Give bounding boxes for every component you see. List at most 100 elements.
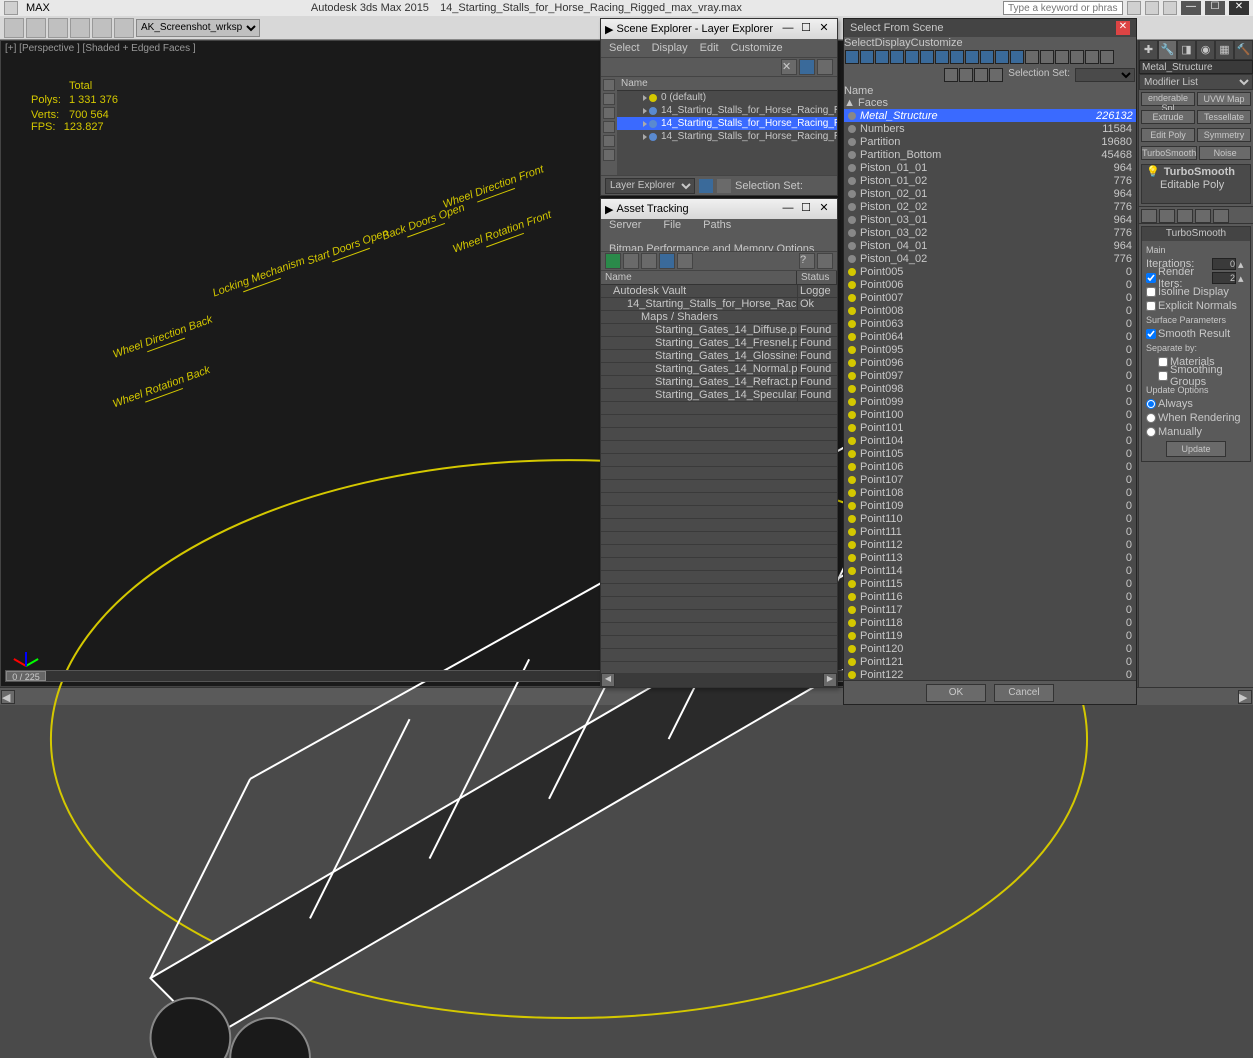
maximize-button[interactable]: ☐ — [1205, 1, 1225, 15]
list-view-icon[interactable] — [677, 253, 693, 269]
menu-select[interactable]: Select — [609, 42, 640, 54]
filter-icon[interactable] — [920, 50, 934, 64]
search-input[interactable] — [1003, 1, 1123, 15]
undo-icon[interactable] — [70, 18, 90, 38]
object-row[interactable]: Numbers11584 — [844, 122, 1136, 135]
object-row[interactable]: Point1000 — [844, 408, 1136, 421]
object-row[interactable]: Piston_01_02776 — [844, 174, 1136, 187]
close-button[interactable]: ✕ — [815, 202, 833, 216]
object-row[interactable]: Point1100 — [844, 512, 1136, 525]
smoothgroups-check[interactable] — [1158, 371, 1168, 381]
tab-modify[interactable]: 🔧 — [1158, 40, 1177, 60]
mod-btn[interactable]: UVW Map — [1197, 92, 1251, 106]
menu-item[interactable]: Server — [609, 219, 641, 231]
close-button[interactable]: ✕ — [1229, 1, 1249, 15]
maximize-button[interactable]: ☐ — [797, 202, 815, 216]
infocenter-icon[interactable] — [1127, 1, 1141, 15]
minimize-button[interactable]: — — [779, 202, 797, 216]
mod-btn[interactable]: Noise — [1199, 146, 1251, 160]
filter-helper-icon[interactable] — [603, 135, 615, 147]
refresh-icon[interactable] — [605, 253, 621, 269]
minimize-button[interactable]: — — [1181, 1, 1201, 15]
object-row[interactable]: Metal_Structure226132 — [844, 109, 1136, 122]
configure-icon[interactable] — [1213, 209, 1229, 223]
asset-row[interactable]: 14_Starting_Stalls_for_Horse_Racing_Rigg… — [601, 298, 837, 311]
col-status[interactable]: Status — [797, 271, 837, 284]
tab-hierarchy[interactable]: ◨ — [1177, 40, 1196, 60]
object-row[interactable]: Point1070 — [844, 473, 1136, 486]
object-row[interactable]: Point0630 — [844, 317, 1136, 330]
update-render-radio[interactable] — [1146, 413, 1156, 423]
render-iters-field[interactable] — [1212, 272, 1236, 284]
object-row[interactable]: Point0960 — [844, 356, 1136, 369]
mod-btn[interactable]: Extrude — [1141, 110, 1195, 124]
mod-btn[interactable]: enderable Spl — [1141, 92, 1195, 106]
object-row[interactable]: Point1140 — [844, 564, 1136, 577]
tab-utilities[interactable]: 🔨 — [1234, 40, 1253, 60]
scene-explorer-titlebar[interactable]: ▶ Scene Explorer - Layer Explorer — ☐ ✕ — [601, 19, 837, 39]
object-row[interactable]: Point0640 — [844, 330, 1136, 343]
filter-icon[interactable] — [950, 50, 964, 64]
minimize-button[interactable]: — — [779, 22, 797, 36]
filter-icon[interactable] — [1010, 50, 1024, 64]
col-name[interactable]: Name — [601, 271, 797, 284]
asset-row[interactable]: Autodesk VaultLogge — [601, 285, 837, 298]
tab-create[interactable]: ✚ — [1139, 40, 1158, 60]
object-row[interactable]: Point0950 — [844, 343, 1136, 356]
filter-icon[interactable] — [905, 50, 919, 64]
filter-icon[interactable] — [845, 50, 859, 64]
tab-motion[interactable]: ◉ — [1196, 40, 1215, 60]
menu-item[interactable]: File — [663, 219, 681, 231]
filter-icon[interactable] — [935, 50, 949, 64]
asset-row[interactable]: Starting_Gates_14_Diffuse.pngFound — [601, 324, 837, 337]
asset-row[interactable]: Starting_Gates_14_Normal.pngFound — [601, 363, 837, 376]
asset-row[interactable]: Maps / Shaders — [601, 311, 837, 324]
menu-customize[interactable]: Customize — [911, 37, 963, 49]
object-row[interactable]: Point1050 — [844, 447, 1136, 460]
select-from-scene-titlebar[interactable]: Select From Scene ✕ — [844, 19, 1136, 37]
explicit-check[interactable] — [1146, 301, 1156, 311]
update-button[interactable]: Update — [1166, 441, 1226, 457]
object-row[interactable]: Piston_02_02776 — [844, 200, 1136, 213]
star-icon[interactable] — [1145, 1, 1159, 15]
icon[interactable] — [623, 253, 639, 269]
mod-btn[interactable]: Edit Poly — [1141, 128, 1195, 142]
object-row[interactable]: Partition_Bottom45468 — [844, 148, 1136, 161]
filter-cam-icon[interactable] — [603, 121, 615, 133]
show-end-icon[interactable] — [1159, 209, 1175, 223]
materials-check[interactable] — [1158, 357, 1168, 367]
scene-explorer-tree[interactable]: 0 (default)14_Starting_Stalls_for_Horse_… — [617, 91, 837, 175]
mod-btn[interactable]: Tessellate — [1197, 110, 1251, 124]
object-row[interactable]: Piston_04_02776 — [844, 252, 1136, 265]
link-icon[interactable] — [114, 18, 134, 38]
toolbar-icon[interactable] — [959, 68, 973, 82]
object-row[interactable]: Point1060 — [844, 460, 1136, 473]
tab-display[interactable]: ▦ — [1215, 40, 1234, 60]
object-row[interactable]: Point1180 — [844, 616, 1136, 629]
object-row[interactable]: Point1080 — [844, 486, 1136, 499]
object-row[interactable]: Point1220 — [844, 668, 1136, 680]
object-row[interactable]: Point1090 — [844, 499, 1136, 512]
help-icon[interactable]: ? — [799, 253, 815, 269]
mod-btn[interactable]: TurboSmooth — [1141, 146, 1197, 160]
toolbar-icon[interactable] — [1100, 50, 1114, 64]
asset-row[interactable]: Starting_Gates_14_Refract.pngFound — [601, 376, 837, 389]
object-row[interactable]: Piston_04_01964 — [844, 239, 1136, 252]
mod-btn[interactable]: Symmetry — [1197, 128, 1251, 142]
selection-set-select[interactable] — [1075, 68, 1135, 82]
explorer-mode-select[interactable]: Layer Explorer — [605, 178, 695, 194]
toolbar-icon[interactable] — [944, 68, 958, 82]
menu-display[interactable]: Display — [652, 42, 688, 54]
object-row[interactable]: Point1130 — [844, 551, 1136, 564]
tree-view-icon[interactable] — [659, 253, 675, 269]
ok-button[interactable]: OK — [926, 684, 986, 702]
object-row[interactable]: Piston_03_01964 — [844, 213, 1136, 226]
asset-tracking-titlebar[interactable]: ▶ Asset Tracking — ☐ ✕ — [601, 199, 837, 219]
asset-row[interactable]: Starting_Gates_14_Specular.pngFound — [601, 389, 837, 402]
scroll-left-icon[interactable]: ◀ — [1, 690, 15, 704]
toolbar-icon[interactable] — [974, 68, 988, 82]
object-row[interactable]: Point1210 — [844, 655, 1136, 668]
layer-row[interactable]: 14_Starting_Stalls_for_Horse_Racing_Rigg… — [617, 117, 837, 130]
horizontal-scrollbar[interactable]: ◀▶ — [601, 673, 837, 687]
col-faces[interactable]: Faces — [858, 97, 888, 109]
